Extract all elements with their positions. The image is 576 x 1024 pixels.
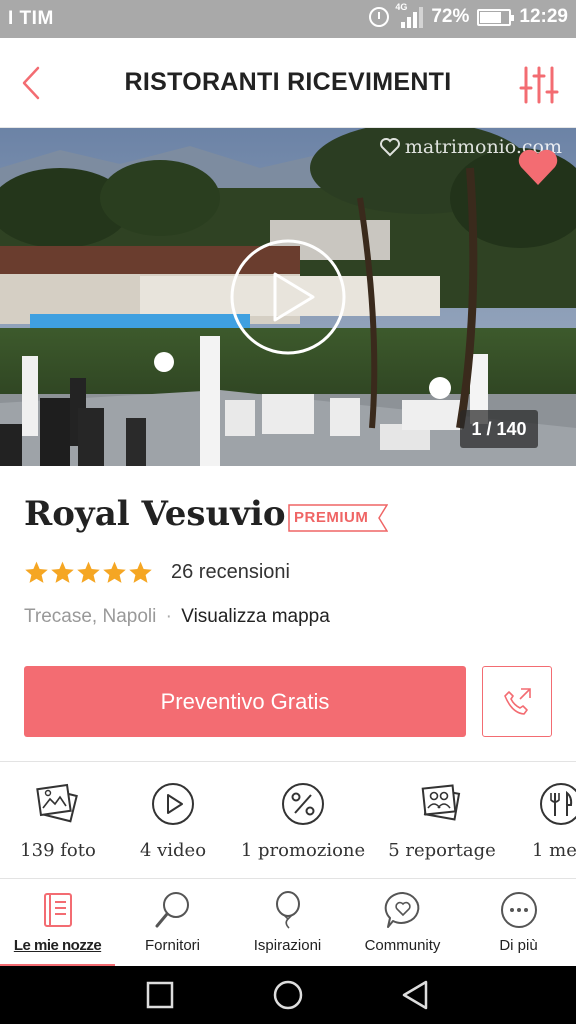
search-icon [155,892,189,928]
media-label-promotions: 1 promozione [240,840,366,861]
premium-badge: PREMIUM [288,504,389,532]
nav-label-fornitori: Fornitori [144,937,200,954]
sliders-icon [519,66,559,104]
star-icon [51,561,74,583]
star-icon [77,561,100,583]
location-separator: · [165,606,172,627]
network-type: 4G [395,2,408,12]
system-navigation-bar [0,966,576,1024]
media-item-photos[interactable]: 139 foto [0,780,123,861]
recents-button[interactable] [142,977,178,1013]
clock: 12:29 [519,6,568,27]
view-map-link[interactable]: Visualizza mappa [181,606,330,627]
watermark-heart-icon [379,138,400,157]
review-count: 26 recensioni [171,561,290,583]
rating-row[interactable]: 26 recensioni [24,560,290,585]
star-icon [103,561,126,583]
request-quote-button[interactable]: Preventivo Gratis [24,666,466,737]
back-button[interactable] [14,62,54,104]
media-item-videos[interactable]: 4 video [108,780,238,861]
system-back-button[interactable] [398,977,434,1013]
square-icon [146,981,174,1009]
filter-button[interactable] [518,64,560,106]
nav-label-community: Community [364,937,441,954]
menu-icon [540,783,576,825]
location-row: Trecase, Napoli · Visualizza mappa [24,606,330,628]
photo-counter: 1 / 140 [460,410,538,448]
signal-icon: 4G [395,2,424,28]
favorite-button[interactable] [516,146,560,188]
notebook-icon [43,893,72,927]
media-item-promotions[interactable]: 1 promozione [238,780,368,861]
nav-item-community[interactable]: Community [345,879,460,967]
play-video-button[interactable] [229,238,347,356]
video-icon [152,783,194,825]
page-title: RISTORANTI RICEVIMENTI [124,68,452,96]
nav-item-di-piu[interactable]: Di più [461,879,576,967]
star-rating [24,560,153,585]
more-icon [500,892,537,928]
media-strip: 139 foto 4 video 1 promozione 5 reportag… [0,762,576,878]
play-icon [230,239,346,355]
media-label-photos: 139 foto [20,840,96,861]
percent-icon [282,783,324,825]
venue-name: Royal Vesuvio [24,494,286,534]
circle-icon [273,980,303,1010]
chevron-left-icon [22,66,40,100]
alarm-icon [369,7,390,27]
triangle-back-icon [402,980,428,1010]
nav-item-ispirazioni[interactable]: Ispirazioni [230,879,345,967]
hero-gallery[interactable]: matrimonio.com 1 / 140 [0,128,576,466]
nav-label-le-mie-nozze: Le mie nozze [13,937,102,954]
bottom-navigation: Le mie nozze Fornitori Ispirazioni Commu… [0,878,576,967]
premium-badge-label: PREMIUM [294,509,369,526]
media-label-reportage: 5 reportage [388,840,496,861]
photo-icon [36,783,78,823]
app-header: RISTORANTI RICEVIMENTI [0,38,576,128]
status-bar: I TIM 4G 72% 12:29 [0,0,576,38]
reportage-icon [421,784,461,821]
star-icon [129,561,152,583]
battery-percent: 72% [431,6,470,27]
nav-label-ispirazioni: Ispirazioni [253,937,322,954]
nav-item-le-mie-nozze[interactable]: Le mie nozze [0,879,115,967]
status-icons: 4G 72% 12:29 [369,2,568,28]
media-label-videos: 4 video [139,840,207,861]
call-button[interactable] [482,666,552,737]
nav-label-di-piu: Di più [499,937,538,954]
location-text: Trecase, Napoli [24,606,157,627]
heart-icon [518,149,558,185]
phone-icon [504,687,531,715]
battery-icon [477,8,515,26]
carrier-label: I TIM [8,8,54,29]
home-button[interactable] [270,977,306,1013]
chat-heart-icon [384,891,419,928]
star-icon [25,561,48,583]
media-item-menu[interactable]: 1 menu [494,780,576,861]
balloon-icon [275,891,300,929]
media-label-menu: 1 menu [532,840,576,861]
nav-item-fornitori[interactable]: Fornitori [115,879,230,967]
media-item-reportage[interactable]: 5 reportage [377,780,507,861]
